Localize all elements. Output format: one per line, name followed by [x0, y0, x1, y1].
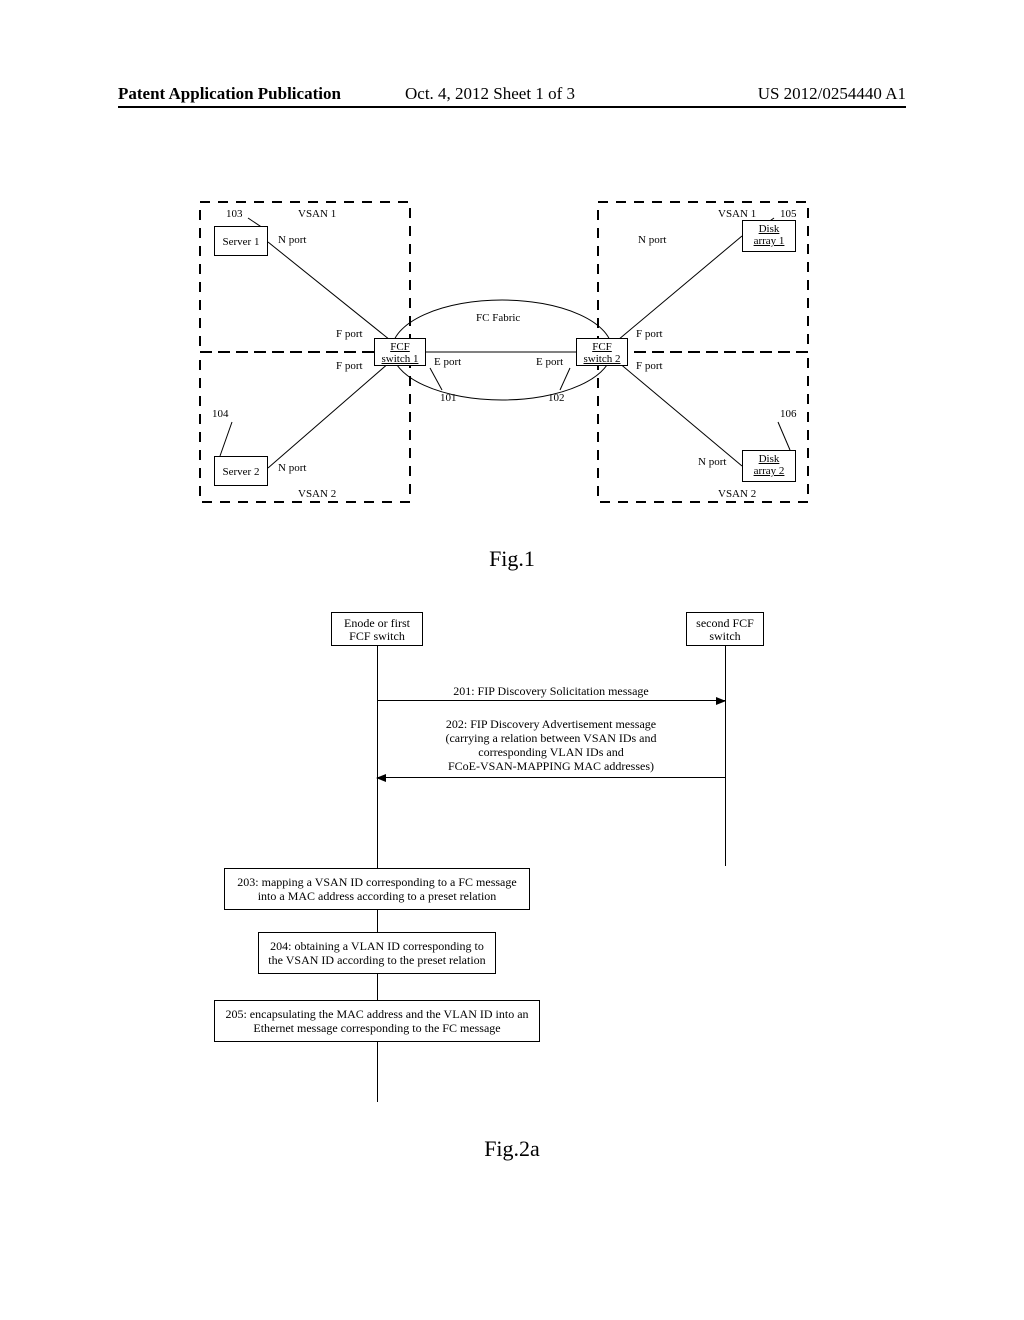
header-left: Patent Application Publication [118, 84, 341, 104]
f-port-4: F port [636, 360, 663, 372]
step-205-box: 205: encapsulating the MAC address and t… [214, 1000, 540, 1042]
nodeA-line1: Enode or [344, 616, 388, 630]
ref-103: 103 [226, 208, 243, 220]
f-port-2: F port [336, 360, 363, 372]
server-1-box: Server 1 [214, 226, 268, 256]
msg202-l1: 202: FIP Discovery Advertisement message [446, 717, 656, 731]
n-port-1: N port [278, 234, 306, 246]
f-port-1: F port [336, 328, 363, 340]
header-rule [118, 106, 906, 108]
msg-202-label: 202: FIP Discovery Advertisement message… [377, 717, 725, 773]
server-2-box: Server 2 [214, 456, 268, 486]
msg-201-label: 201: FIP Discovery Solicitation message [377, 684, 725, 699]
e-port-2: E port [536, 356, 563, 368]
arrow-202 [377, 777, 725, 778]
step-204-box: 204: obtaining a VLAN ID corresponding t… [258, 932, 496, 974]
fcf-switch-1-box: FCF switch 1 [374, 338, 426, 366]
nodeB-line1: second FCF [696, 616, 754, 630]
fcf1-line2: switch 1 [375, 353, 425, 365]
fcf2-line1: FCF [577, 341, 627, 353]
msg202-l2: (carrying a relation between VSAN IDs an… [445, 731, 656, 745]
f-port-3: F port [636, 328, 663, 340]
figure-2a-caption: Fig.2a [0, 1136, 1024, 1162]
figure-1: VSAN 1 VSAN 1 VSAN 2 VSAN 2 103 104 105 … [198, 200, 812, 520]
ref-102: 102 [548, 392, 565, 404]
disk2-line1: Disk [743, 453, 795, 465]
n-port-4: N port [698, 456, 726, 468]
figure-1-caption: Fig.1 [0, 546, 1024, 572]
arrow-right-icon [716, 697, 726, 705]
fcf1-line1: FCF [375, 341, 425, 353]
figure-2a: Enode or first FCF switch second FCF swi… [276, 612, 776, 1112]
fcf2-line2: switch 2 [577, 353, 627, 365]
n-port-3: N port [638, 234, 666, 246]
ref-101: 101 [440, 392, 457, 404]
arrow-201 [377, 700, 725, 701]
vsan1-label-tl: VSAN 1 [298, 208, 336, 220]
lifeline-b [725, 646, 726, 866]
msg202-l4: FCoE-VSAN-MAPPING MAC addresses) [448, 759, 654, 773]
e-port-1: E port [434, 356, 461, 368]
disk2-line2: array 2 [743, 465, 795, 477]
disk-array-2-box: Disk array 2 [742, 450, 796, 482]
step-203-box: 203: mapping a VSAN ID corresponding to … [224, 868, 530, 910]
disk-array-1-box: Disk array 1 [742, 220, 796, 252]
vsan2-label-br: VSAN 2 [718, 488, 756, 500]
ref-106: 106 [780, 408, 797, 420]
nodeB-line2: switch [709, 629, 740, 643]
fc-fabric-label: FC Fabric [476, 312, 520, 324]
enode-or-first-fcf-box: Enode or first FCF switch [331, 612, 423, 646]
header-mid: Oct. 4, 2012 Sheet 1 of 3 [405, 84, 575, 104]
second-fcf-box: second FCF switch [686, 612, 764, 646]
arrow-left-icon [376, 774, 386, 782]
fcf-switch-2-box: FCF switch 2 [576, 338, 628, 366]
disk1-line2: array 1 [743, 235, 795, 247]
header-right: US 2012/0254440 A1 [758, 84, 906, 104]
ref-105: 105 [780, 208, 797, 220]
vsan1-label-tr: VSAN 1 [718, 208, 756, 220]
msg202-l3: corresponding VLAN IDs and [478, 745, 623, 759]
ref-104: 104 [212, 408, 229, 420]
n-port-2: N port [278, 462, 306, 474]
vsan2-label-bl: VSAN 2 [298, 488, 336, 500]
disk1-line1: Disk [743, 223, 795, 235]
